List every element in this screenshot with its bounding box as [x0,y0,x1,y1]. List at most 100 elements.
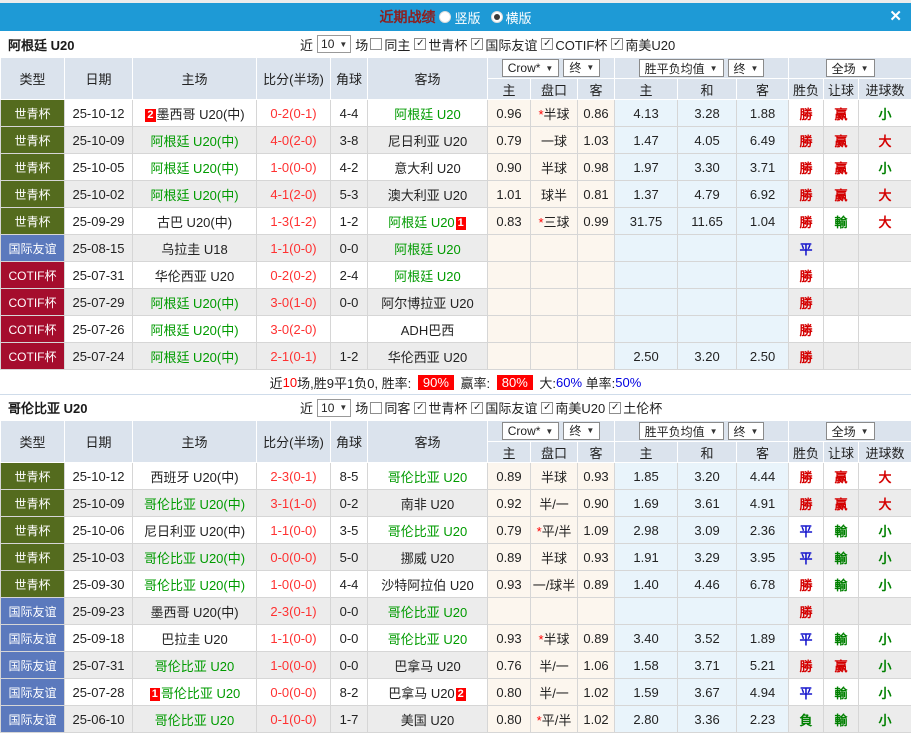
away-odds: 0.81 [576,180,616,208]
corner-cell: 4-4 [330,99,368,127]
column-header-5: 客场 [367,420,488,463]
home-odds: 0.93 [487,624,531,652]
avg-odds-select[interactable]: 胜平负均值 ▼ [638,59,724,77]
final-odds-select[interactable]: 终 ▼ [563,58,601,77]
corner-cell: 5-3 [330,180,368,208]
away-team-label: 哥伦比亚 U20 [387,469,468,485]
result-handicap [823,234,860,262]
score-cell: 1-0(0-0) [256,153,331,181]
sub-column-header-7: 让球 [823,78,860,100]
avg-home [614,261,679,289]
column-header-1: 日期 [64,420,133,463]
layout-vertical-radio[interactable]: 竖版 [439,8,481,27]
league-checkbox[interactable]: ✓ 南美U20 [611,35,675,54]
result-handicap: 輸 [823,516,860,544]
close-icon[interactable]: ✕ [889,7,902,25]
result-goals [858,342,911,370]
checkbox-checked-icon: ✓ [609,401,622,414]
checkbox-unchecked-icon [370,38,383,50]
checkbox-unchecked-icon [370,401,383,414]
league-checkbox[interactable]: ✓ 世青杯 [414,35,467,54]
home-team: 2 墨西哥 U20(中) [132,99,257,127]
score-cell: 0-2(0-2) [256,261,331,289]
handicap: *三球 [530,207,578,235]
match-date: 25-10-05 [64,153,133,181]
result-outcome: 平 [788,678,825,706]
score-cell: 0-0(0-0) [256,543,331,571]
sub-column-header-3: 主 [614,78,679,100]
league-type-badge: 世青杯 [0,99,65,127]
titlebar: 近期战绩 竖版 横版 ✕ [0,3,911,31]
match-scope-select[interactable]: 全场 ▼ [825,59,875,77]
score-cell: 2-3(0-1) [256,597,331,625]
column-header-5: 客场 [367,57,488,100]
home-team-label: 阿根廷 U20(中) [150,295,239,311]
away-odds: 1.06 [576,651,616,679]
result-outcome: 勝 [788,489,825,517]
avg-home [614,234,679,262]
recent-count-select[interactable]: 10 ▼ [317,398,352,417]
home-odds [487,234,531,262]
same-venue-checkbox[interactable]: 同客 [370,398,410,417]
corner-cell: 3-5 [330,516,368,544]
sub-column-header-7: 让球 [823,441,860,463]
checkbox-checked-icon: ✓ [471,38,484,50]
handicap [530,261,578,289]
home-team-label: 华伦西亚 U20 [154,268,235,284]
avg-home: 31.75 [614,207,679,235]
summary-bar: 近 10 场,胜9平1负0, 胜率: 90% 赢率: 80% 大: 60% 单率: 50… [0,370,911,394]
avg-home: 1.37 [614,180,679,208]
result-outcome: 勝 [788,651,825,679]
result-handicap: 輸 [823,207,860,235]
final-avg-select[interactable]: 终 ▼ [727,422,765,440]
odds-company-select[interactable]: Crow* ▼ [501,422,560,441]
same-venue-checkbox[interactable]: 同主 [370,35,410,54]
table-row: 世青杯 25-10-06 尼日利亚 U20(中) 1-1(0-0) 3-5 哥伦比亚 U2… [0,516,911,544]
league-type-badge: COTIF杯 [0,342,65,370]
league-checkbox[interactable]: ✓ 国际友谊 [471,398,537,417]
result-outcome: 勝 [788,288,825,316]
avg-draw: 11.65 [677,207,738,235]
rate-badge: 80% [496,374,533,390]
recent-count-select[interactable]: 10 ▼ [317,35,352,53]
score-cell: 1-1(0-0) [256,516,331,544]
away-odds: 1.02 [576,678,616,706]
corner-cell: 8-5 [330,462,368,490]
match-scope-select[interactable]: 全场 ▼ [825,422,875,440]
result-outcome: 勝 [788,126,825,154]
home-odds: 0.80 [487,678,531,706]
match-scope-select-value: 全场 [831,424,856,439]
league-checkbox[interactable]: ✓ 土伦杯 [609,398,662,417]
odds-header-group: Crow* ▼ 终 ▼ [486,57,616,79]
same-venue-label: 同客 [384,401,411,416]
match-date: 25-10-03 [64,543,133,571]
match-date: 25-10-12 [64,462,133,490]
sub-column-header-4: 和 [677,78,738,100]
league-checkbox[interactable]: ✓ 国际友谊 [471,35,537,54]
away-team: 美国 U20 [367,705,488,733]
league-checkbox[interactable]: ✓ 世青杯 [414,398,467,417]
league-type-badge: 国际友谊 [0,678,65,706]
final-odds-select[interactable]: 终 ▼ [563,421,601,440]
league-checkbox-label: 国际友谊 [485,37,538,53]
away-team: 挪威 U20 [367,543,488,571]
home-team-label: 哥伦比亚 U20(中) [143,550,246,566]
layout-horizontal-radio[interactable]: 横版 [490,8,532,27]
score-cell: 0-0(0-0) [256,678,331,706]
handicap: *平/半 [530,705,578,733]
avg-odds-select[interactable]: 胜平负均值 ▼ [638,422,724,440]
league-checkbox[interactable]: ✓ 南美U20 [541,398,605,417]
final-avg-select[interactable]: 终 ▼ [727,59,765,77]
handicap [530,342,578,370]
avg-draw: 4.46 [677,570,738,598]
away-team: 哥伦比亚 U20 [367,462,488,490]
score-cell: 3-0(1-0) [256,288,331,316]
avg-away [736,288,790,316]
filter-bar: 阿根廷 U20 近 10 ▼ 场 同主 ✓ 世青杯 ✓ 国际友谊 ✓ COTIF杯 ✓ 南美U… [0,31,911,57]
odds-company-select[interactable]: Crow* ▼ [501,59,560,78]
league-checkbox[interactable]: ✓ COTIF杯 [541,35,607,54]
away-team: 华伦西亚 U20 [367,342,488,370]
avg-away: 1.88 [736,99,790,127]
handicap [530,288,578,316]
home-team: 古巴 U20(中) [132,207,257,235]
